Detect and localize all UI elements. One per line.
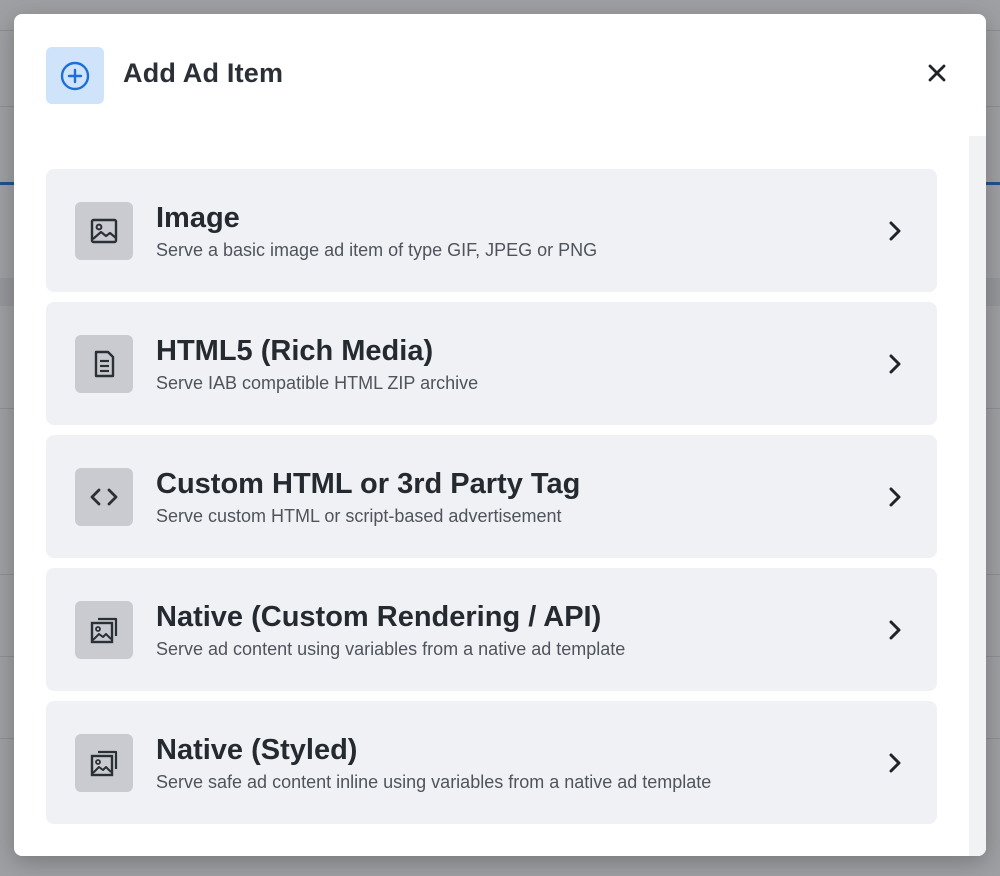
chevron-right-icon [885, 218, 905, 244]
close-button[interactable] [924, 60, 950, 86]
ad-type-option-html5[interactable]: HTML5 (Rich Media) Serve IAB compatible … [46, 302, 937, 425]
ad-type-option-image[interactable]: Image Serve a basic image ad item of typ… [46, 169, 937, 292]
image-icon [75, 202, 133, 260]
ad-type-option-native-custom[interactable]: Native (Custom Rendering / API) Serve ad… [46, 568, 937, 691]
modal-title: Add Ad Item [123, 58, 284, 88]
option-description: Serve custom HTML or script-based advert… [156, 506, 562, 526]
plus-circle-icon [46, 47, 104, 104]
close-icon [928, 64, 946, 82]
option-title: Custom HTML or 3rd Party Tag [156, 468, 581, 500]
option-title: Native (Custom Rendering / API) [156, 601, 602, 633]
chevron-right-icon [885, 750, 905, 776]
add-ad-item-modal: Add Ad Item Image Serve a basic image ad… [14, 14, 986, 856]
code-icon [75, 468, 133, 526]
chevron-right-icon [885, 617, 905, 643]
option-description: Serve IAB compatible HTML ZIP archive [156, 373, 479, 393]
modal-header: Add Ad Item [14, 14, 986, 136]
chevron-right-icon [885, 351, 905, 377]
chevron-right-icon [885, 484, 905, 510]
option-title: Image [156, 202, 240, 234]
option-description: Serve ad content using variables from a … [156, 639, 626, 659]
ad-type-option-native-styled[interactable]: Native (Styled) Serve safe ad content in… [46, 701, 937, 824]
ad-type-list: Image Serve a basic image ad item of typ… [14, 136, 986, 856]
ad-type-option-custom-html[interactable]: Custom HTML or 3rd Party Tag Serve custo… [46, 435, 937, 558]
option-title: Native (Styled) [156, 734, 358, 766]
gallery-icon [75, 734, 133, 792]
option-description: Serve a basic image ad item of type GIF,… [156, 240, 598, 260]
gallery-icon [75, 601, 133, 659]
option-description: Serve safe ad content inline using varia… [156, 772, 712, 792]
document-icon [75, 335, 133, 393]
option-title: HTML5 (Rich Media) [156, 335, 434, 367]
